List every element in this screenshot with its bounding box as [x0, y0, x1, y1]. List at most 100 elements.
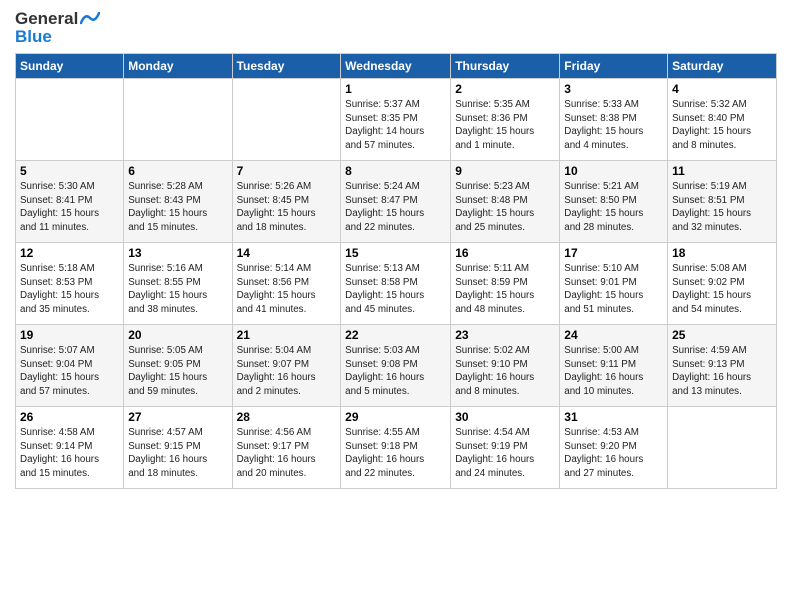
day-number: 7	[237, 164, 337, 178]
calendar-cell: 18Sunrise: 5:08 AM Sunset: 9:02 PM Dayli…	[668, 243, 777, 325]
calendar-cell: 16 Sunrise: 5:11 AM Sunset: 8:59 PM Dayli…	[451, 243, 560, 325]
day-info: Sunrise: 5:05 AM Sunset: 9:05 PM Dayligh…	[128, 344, 227, 399]
day-number: 24	[564, 328, 663, 342]
calendar-cell: 13 Sunrise: 5:16 AM Sunset: 8:55 PM Dayli…	[124, 243, 232, 325]
calendar-cell	[124, 79, 232, 161]
day-info: Sunrise: 5:07 AM Sunset: 9:04 PM Dayligh…	[20, 344, 119, 399]
day-number: 30	[455, 410, 555, 424]
calendar-cell: 10 Sunrise: 5:21 AM Sunset: 8:50 PM Dayli…	[560, 161, 668, 243]
day-number: 19	[20, 328, 119, 342]
calendar-cell: 20Sunrise: 5:05 AM Sunset: 9:05 PM Dayli…	[124, 325, 232, 407]
day-info: Sunrise: 5:04 AM Sunset: 9:07 PM Dayligh…	[237, 344, 337, 399]
weekday-header-saturday: Saturday	[668, 54, 777, 79]
day-info: Sunrise: 5:37 AM Sunset: 8:35 PM Dayligh…	[345, 98, 446, 153]
day-number: 14	[237, 246, 337, 260]
day-info: Sunrise: 5:32 AM Sunset: 8:40 PM Dayligh…	[672, 98, 772, 153]
day-number: 6	[128, 164, 227, 178]
day-number: 23	[455, 328, 555, 342]
weekday-header-friday: Friday	[560, 54, 668, 79]
logo-wave-icon	[80, 11, 100, 27]
day-info: Sunrise: 4:58 AM Sunset: 9:14 PM Dayligh…	[20, 426, 119, 481]
logo-general-text: General	[15, 10, 78, 27]
calendar-cell: 4 Sunrise: 5:32 AM Sunset: 8:40 PM Daylig…	[668, 79, 777, 161]
day-number: 2	[455, 82, 555, 96]
calendar-cell	[668, 407, 777, 489]
day-info: Sunrise: 5:30 AM Sunset: 8:41 PM Dayligh…	[20, 180, 119, 235]
day-number: 26	[20, 410, 119, 424]
weekday-header-wednesday: Wednesday	[341, 54, 451, 79]
day-info: Sunrise: 4:54 AM Sunset: 9:19 PM Dayligh…	[455, 426, 555, 481]
day-number: 3	[564, 82, 663, 96]
calendar-cell: 22 Sunrise: 5:03 AM Sunset: 9:08 PM Dayli…	[341, 325, 451, 407]
calendar-cell: 9 Sunrise: 5:23 AM Sunset: 8:48 PM Daylig…	[451, 161, 560, 243]
logo-blue-text: Blue	[15, 27, 52, 46]
day-number: 22	[345, 328, 446, 342]
day-info: Sunrise: 4:56 AM Sunset: 9:17 PM Dayligh…	[237, 426, 337, 481]
logo: General Blue	[15, 10, 100, 47]
day-number: 17	[564, 246, 663, 260]
day-number: 15	[345, 246, 446, 260]
day-number: 21	[237, 328, 337, 342]
day-info: Sunrise: 5:11 AM Sunset: 8:59 PM Dayligh…	[455, 262, 555, 317]
day-info: Sunrise: 5:13 AM Sunset: 8:58 PM Dayligh…	[345, 262, 446, 317]
calendar-week-row: 12Sunrise: 5:18 AM Sunset: 8:53 PM Dayli…	[16, 243, 777, 325]
weekday-header-row: SundayMondayTuesdayWednesdayThursdayFrid…	[16, 54, 777, 79]
calendar-week-row: 1Sunrise: 5:37 AM Sunset: 8:35 PM Daylig…	[16, 79, 777, 161]
calendar-cell: 26 Sunrise: 4:58 AM Sunset: 9:14 PM Dayli…	[16, 407, 124, 489]
page-header: General Blue	[15, 10, 777, 47]
calendar-cell: 25 Sunrise: 4:59 AM Sunset: 9:13 PM Dayli…	[668, 325, 777, 407]
day-info: Sunrise: 5:10 AM Sunset: 9:01 PM Dayligh…	[564, 262, 663, 317]
day-info: Sunrise: 5:02 AM Sunset: 9:10 PM Dayligh…	[455, 344, 555, 399]
day-number: 8	[345, 164, 446, 178]
day-info: Sunrise: 5:26 AM Sunset: 8:45 PM Dayligh…	[237, 180, 337, 235]
day-info: Sunrise: 5:03 AM Sunset: 9:08 PM Dayligh…	[345, 344, 446, 399]
calendar-week-row: 5 Sunrise: 5:30 AM Sunset: 8:41 PM Daylig…	[16, 161, 777, 243]
calendar-cell: 30 Sunrise: 4:54 AM Sunset: 9:19 PM Dayli…	[451, 407, 560, 489]
calendar-cell: 19 Sunrise: 5:07 AM Sunset: 9:04 PM Dayli…	[16, 325, 124, 407]
day-info: Sunrise: 5:28 AM Sunset: 8:43 PM Dayligh…	[128, 180, 227, 235]
day-number: 13	[128, 246, 227, 260]
calendar-cell: 31 Sunrise: 4:53 AM Sunset: 9:20 PM Dayli…	[560, 407, 668, 489]
calendar-cell: 21 Sunrise: 5:04 AM Sunset: 9:07 PM Dayli…	[232, 325, 341, 407]
day-number: 31	[564, 410, 663, 424]
day-info: Sunrise: 5:00 AM Sunset: 9:11 PM Dayligh…	[564, 344, 663, 399]
day-info: Sunrise: 5:19 AM Sunset: 8:51 PM Dayligh…	[672, 180, 772, 235]
day-number: 5	[20, 164, 119, 178]
calendar-cell	[16, 79, 124, 161]
calendar-cell: 28 Sunrise: 4:56 AM Sunset: 9:17 PM Dayli…	[232, 407, 341, 489]
day-number: 10	[564, 164, 663, 178]
day-info: Sunrise: 4:59 AM Sunset: 9:13 PM Dayligh…	[672, 344, 772, 399]
calendar-cell: 24 Sunrise: 5:00 AM Sunset: 9:11 PM Dayli…	[560, 325, 668, 407]
calendar-cell: 11 Sunrise: 5:19 AM Sunset: 8:51 PM Dayli…	[668, 161, 777, 243]
calendar-cell: 6 Sunrise: 5:28 AM Sunset: 8:43 PM Daylig…	[124, 161, 232, 243]
calendar-cell: 2 Sunrise: 5:35 AM Sunset: 8:36 PM Daylig…	[451, 79, 560, 161]
day-info: Sunrise: 4:57 AM Sunset: 9:15 PM Dayligh…	[128, 426, 227, 481]
day-info: Sunrise: 5:23 AM Sunset: 8:48 PM Dayligh…	[455, 180, 555, 235]
day-info: Sunrise: 5:33 AM Sunset: 8:38 PM Dayligh…	[564, 98, 663, 153]
day-number: 9	[455, 164, 555, 178]
calendar-cell: 29 Sunrise: 4:55 AM Sunset: 9:18 PM Dayli…	[341, 407, 451, 489]
day-info: Sunrise: 5:16 AM Sunset: 8:55 PM Dayligh…	[128, 262, 227, 317]
day-info: Sunrise: 5:21 AM Sunset: 8:50 PM Dayligh…	[564, 180, 663, 235]
day-info: Sunrise: 4:53 AM Sunset: 9:20 PM Dayligh…	[564, 426, 663, 481]
weekday-header-tuesday: Tuesday	[232, 54, 341, 79]
day-number: 28	[237, 410, 337, 424]
weekday-header-monday: Monday	[124, 54, 232, 79]
weekday-header-sunday: Sunday	[16, 54, 124, 79]
day-info: Sunrise: 5:35 AM Sunset: 8:36 PM Dayligh…	[455, 98, 555, 153]
calendar-cell: 5 Sunrise: 5:30 AM Sunset: 8:41 PM Daylig…	[16, 161, 124, 243]
calendar-cell: 17 Sunrise: 5:10 AM Sunset: 9:01 PM Dayli…	[560, 243, 668, 325]
calendar-cell: 15 Sunrise: 5:13 AM Sunset: 8:58 PM Dayli…	[341, 243, 451, 325]
day-number: 11	[672, 164, 772, 178]
day-number: 25	[672, 328, 772, 342]
calendar-cell: 7 Sunrise: 5:26 AM Sunset: 8:45 PM Daylig…	[232, 161, 341, 243]
day-info: Sunrise: 5:18 AM Sunset: 8:53 PM Dayligh…	[20, 262, 119, 317]
day-info: Sunrise: 4:55 AM Sunset: 9:18 PM Dayligh…	[345, 426, 446, 481]
day-number: 16	[455, 246, 555, 260]
calendar-week-row: 26 Sunrise: 4:58 AM Sunset: 9:14 PM Dayli…	[16, 407, 777, 489]
calendar-cell: 3 Sunrise: 5:33 AM Sunset: 8:38 PM Daylig…	[560, 79, 668, 161]
day-number: 4	[672, 82, 772, 96]
day-number: 18	[672, 246, 772, 260]
day-number: 29	[345, 410, 446, 424]
calendar-cell: 27Sunrise: 4:57 AM Sunset: 9:15 PM Dayli…	[124, 407, 232, 489]
